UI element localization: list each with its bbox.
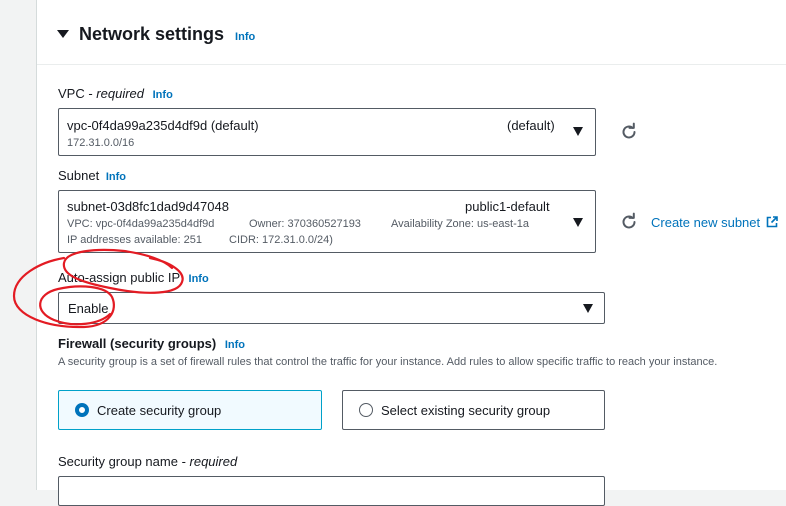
auto-assign-ip-info-link[interactable]: Info bbox=[189, 273, 209, 285]
chevron-down-icon bbox=[573, 218, 583, 227]
subnet-detail-owner: Owner: 370360527193 bbox=[249, 218, 361, 230]
subnet-badge: public1-default bbox=[465, 199, 550, 214]
select-existing-security-group-option[interactable]: Select existing security group bbox=[342, 390, 605, 430]
create-security-group-option[interactable]: Create security group bbox=[58, 390, 322, 430]
subnet-info-link[interactable]: Info bbox=[106, 171, 126, 183]
security-group-name-required: required bbox=[189, 454, 238, 469]
auto-assign-ip-value: Enable bbox=[68, 301, 109, 316]
vpc-select[interactable]: vpc-0f4da99a235d4df9d (default) (default… bbox=[58, 108, 596, 156]
create-new-subnet-text: Create new subnet bbox=[651, 215, 761, 230]
subnet-detail-cidr: CIDR: 172.31.0.0/24) bbox=[229, 234, 333, 246]
section-title: Network settings Info bbox=[79, 24, 255, 45]
vpc-required: required bbox=[96, 86, 144, 101]
subnet-detail-az: Availability Zone: us-east-1a bbox=[391, 218, 529, 230]
vpc-label: VPC - required Info bbox=[58, 86, 173, 101]
firewall-description: A security group is a set of firewall ru… bbox=[58, 356, 718, 368]
radio-unselected-icon[interactable] bbox=[359, 403, 373, 417]
security-group-name-label-text: Security group name - bbox=[58, 454, 190, 469]
section-title-text: Network settings bbox=[79, 24, 225, 44]
external-link-icon bbox=[766, 216, 778, 228]
subnet-select[interactable]: subnet-03d8fc1dad9d47048 public1-default… bbox=[58, 190, 596, 253]
subnet-label: Subnet Info bbox=[58, 168, 126, 183]
auto-assign-ip-label-text: Auto-assign public IP bbox=[58, 270, 180, 285]
chevron-down-icon bbox=[583, 304, 593, 313]
vpc-label-text: VPC - bbox=[58, 86, 97, 101]
auto-assign-ip-select[interactable]: Enable bbox=[58, 292, 605, 324]
vpc-default-badge: (default) bbox=[507, 118, 555, 133]
subnet-value: subnet-03d8fc1dad9d47048 bbox=[67, 199, 229, 214]
vpc-info-link[interactable]: Info bbox=[153, 89, 173, 101]
create-new-subnet-link[interactable]: Create new subnet bbox=[651, 215, 778, 230]
refresh-icon[interactable] bbox=[619, 212, 639, 232]
radio-selected-icon[interactable] bbox=[75, 403, 89, 417]
vpc-cidr: 172.31.0.0/16 bbox=[67, 137, 135, 149]
firewall-info-link[interactable]: Info bbox=[225, 339, 245, 351]
security-group-name-label: Security group name - required bbox=[58, 454, 237, 469]
create-security-group-label: Create security group bbox=[97, 403, 222, 418]
vpc-value: vpc-0f4da99a235d4df9d (default) bbox=[67, 118, 259, 133]
subnet-detail-ips: IP addresses available: 251 bbox=[67, 234, 202, 246]
firewall-title-text: Firewall (security groups) bbox=[58, 336, 217, 351]
refresh-icon[interactable] bbox=[619, 122, 639, 142]
auto-assign-ip-label: Auto-assign public IP Info bbox=[58, 270, 209, 285]
section-header[interactable]: Network settings Info bbox=[37, 0, 786, 65]
section-info-link[interactable]: Info bbox=[235, 31, 255, 43]
select-existing-security-group-label: Select existing security group bbox=[381, 403, 551, 418]
subnet-label-text: Subnet bbox=[58, 168, 100, 183]
network-settings-panel: Network settings Info VPC - required Inf… bbox=[36, 0, 786, 506]
firewall-title: Firewall (security groups) Info bbox=[58, 336, 245, 351]
subnet-detail-vpc: VPC: vpc-0f4da99a235d4df9d bbox=[67, 218, 215, 230]
chevron-down-icon bbox=[573, 127, 583, 136]
caret-down-icon[interactable] bbox=[57, 30, 69, 38]
security-group-name-input[interactable] bbox=[58, 476, 605, 506]
